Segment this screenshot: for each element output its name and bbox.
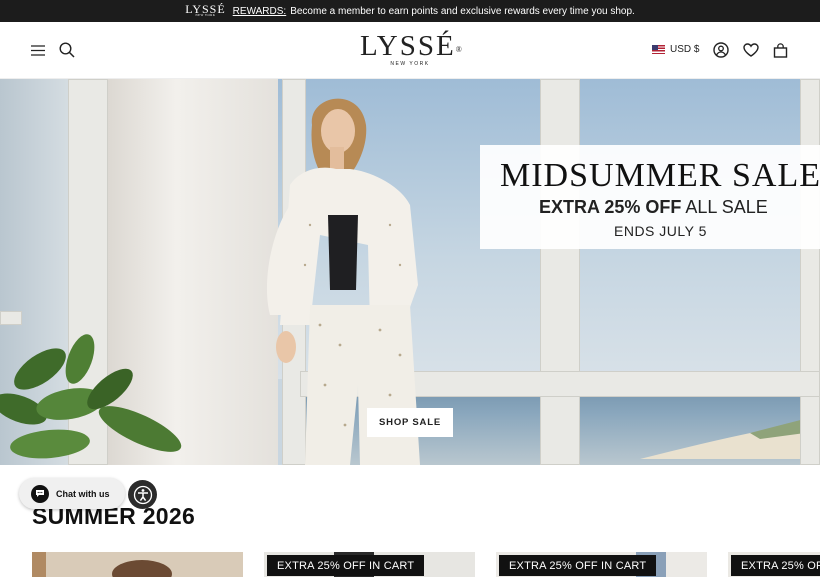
sale-subtitle-bold: EXTRA 25% OFF — [539, 197, 682, 217]
announcement-bar: LYSSÉ NEW YORK REWARDS: Become a member … — [0, 0, 820, 22]
announcement-logo-sub: NEW YORK — [195, 13, 216, 17]
us-flag-icon — [652, 45, 665, 54]
menu-icon[interactable] — [28, 40, 48, 60]
announcement-logo: LYSSÉ NEW YORK — [185, 3, 225, 17]
window-frame — [800, 79, 820, 465]
sale-end-date: ENDS JULY 5 — [614, 223, 707, 239]
product-card[interactable] — [32, 552, 243, 577]
sale-subtitle-rest: ALL SALE — [681, 197, 768, 217]
cart-icon[interactable] — [770, 40, 790, 60]
promo-badge: EXTRA 25% OFF IN CART — [731, 555, 820, 576]
logo-wordmark: LYSSÉ — [360, 30, 456, 62]
site-logo[interactable]: LYSSÉ® NEW YORK — [360, 30, 462, 67]
product-image — [32, 552, 243, 577]
logo-registered-mark: ® — [455, 45, 464, 54]
currency-label: USD $ — [670, 44, 700, 55]
product-card[interactable]: EXTRA 25% OFF IN CART — [496, 552, 707, 577]
product-card[interactable]: EXTRA 25% OFF IN CART — [728, 552, 820, 577]
site-header: LYSSÉ® NEW YORK USD $ — [0, 22, 820, 79]
plant-illustration — [0, 334, 182, 459]
hero-beach — [640, 415, 820, 459]
promo-badge: EXTRA 25% OFF IN CART — [267, 555, 425, 576]
search-icon[interactable] — [57, 40, 77, 60]
window-frame — [0, 311, 22, 325]
sale-subtitle: EXTRA 25% OFF ALL SALE — [539, 197, 768, 218]
shop-sale-button[interactable]: SHOP SALE — [367, 408, 453, 437]
wishlist-icon[interactable] — [741, 40, 761, 60]
product-card[interactable]: EXTRA 25% OFF IN CART — [264, 552, 475, 577]
window-frame — [540, 79, 580, 465]
promo-badge: EXTRA 25% OFF IN CART — [499, 555, 657, 576]
chat-bubble-icon — [31, 484, 49, 503]
sale-title: MIDSUMMER SALE — [500, 157, 820, 194]
chat-button[interactable]: Chat with us — [19, 478, 125, 509]
currency-selector[interactable]: USD $ — [652, 44, 699, 55]
chat-label: Chat with us — [56, 488, 110, 499]
hero-banner[interactable]: MIDSUMMER SALE EXTRA 25% OFF ALL SALE EN… — [0, 79, 820, 465]
announcement-message: Become a member to earn points and exclu… — [290, 5, 635, 17]
accessibility-icon — [133, 485, 152, 504]
accessibility-button[interactable] — [128, 480, 157, 509]
rewards-link[interactable]: REWARDS: — [233, 6, 287, 17]
account-icon[interactable] — [711, 40, 731, 60]
